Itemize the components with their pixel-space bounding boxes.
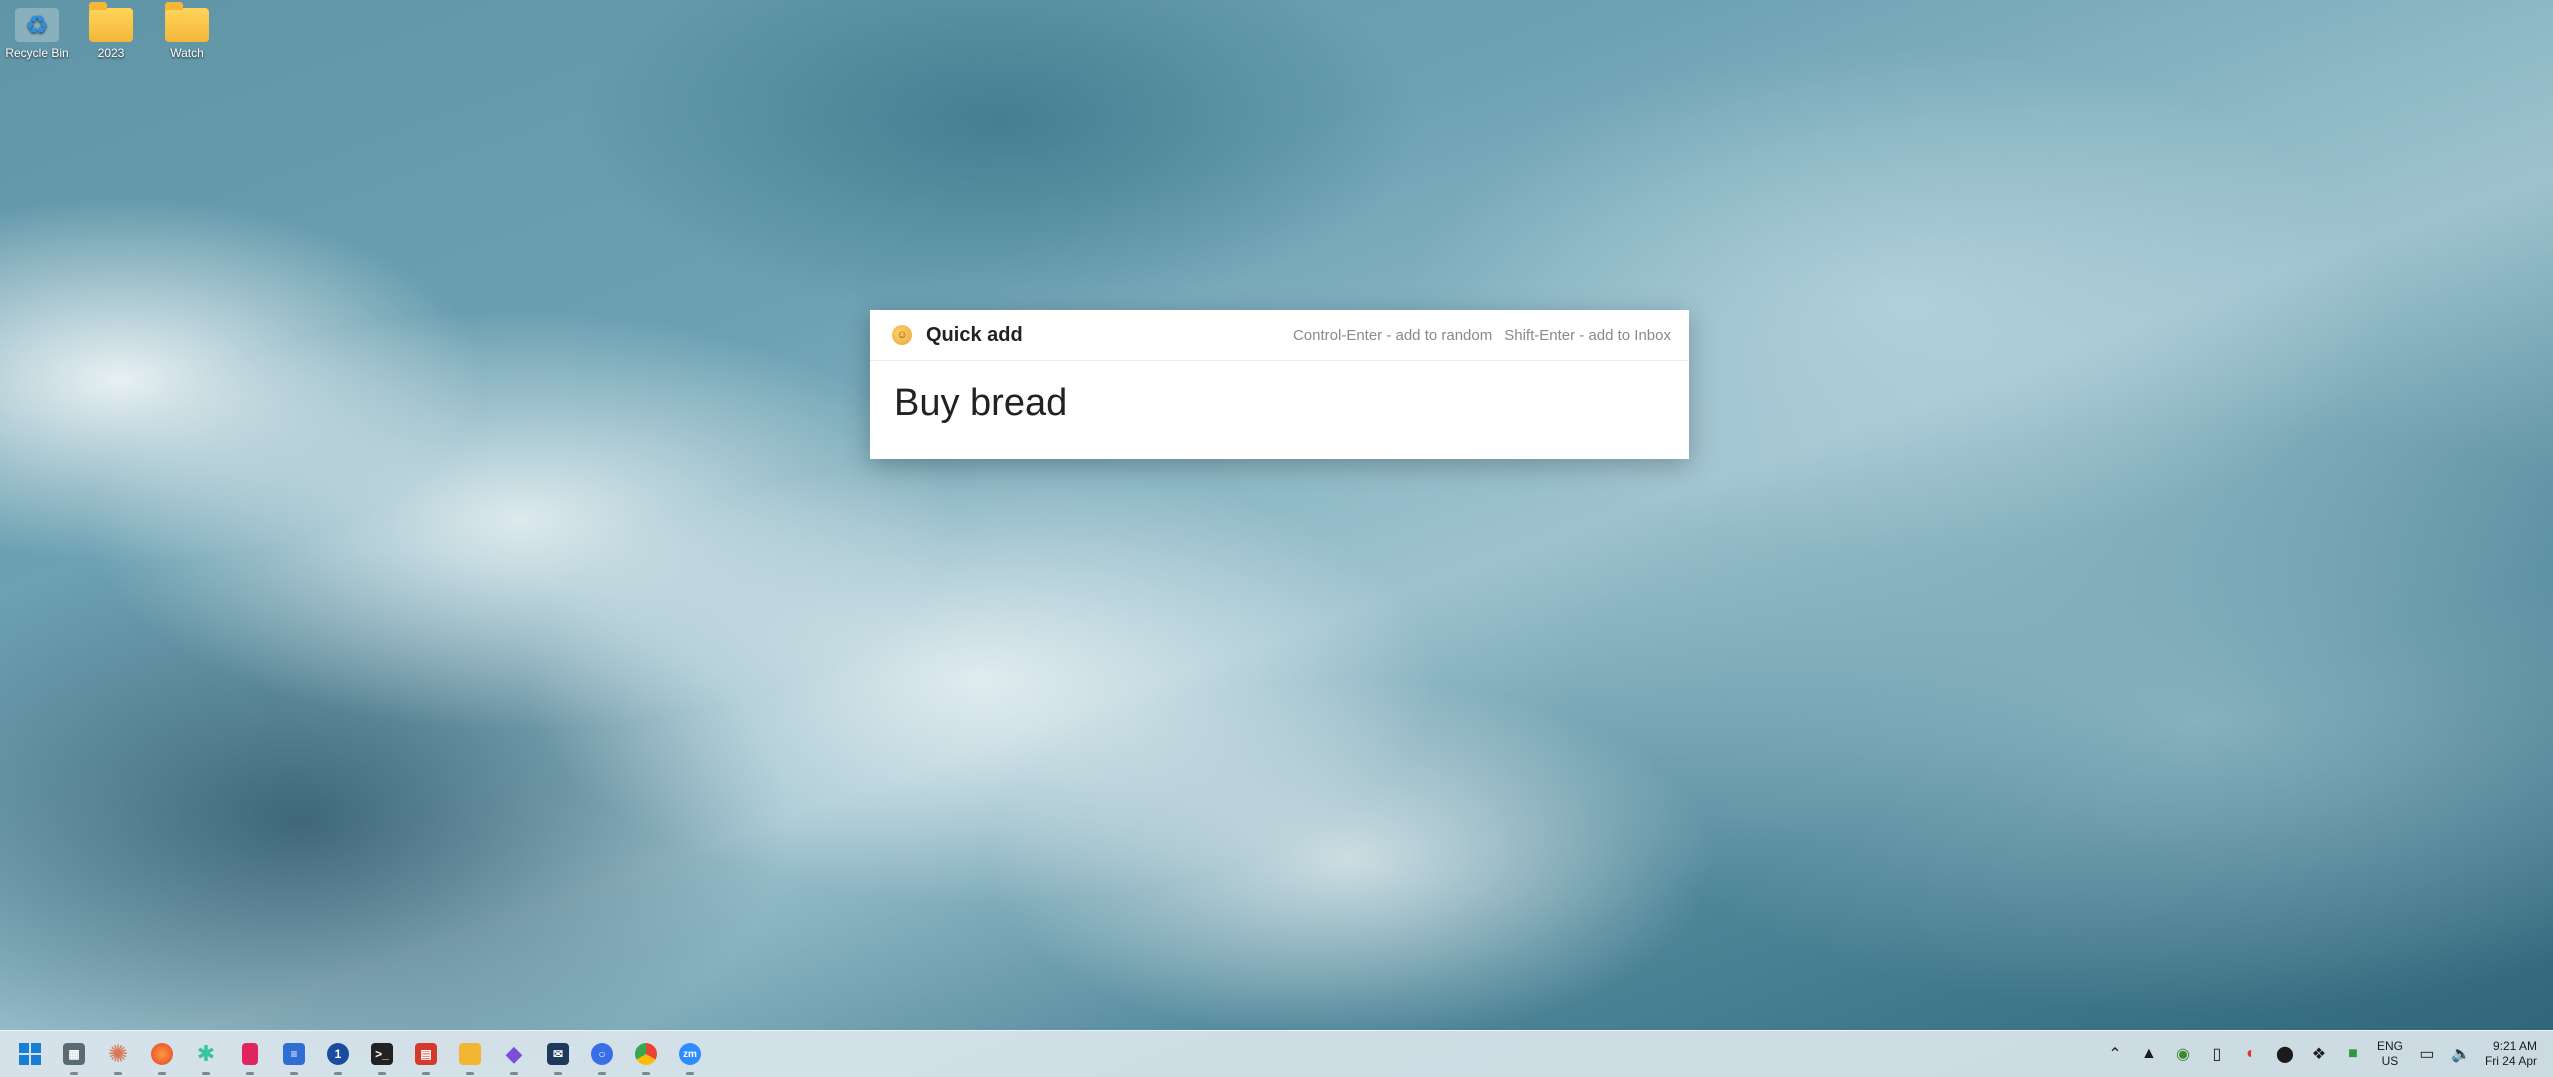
taskbar-signal[interactable]: ○ bbox=[586, 1038, 618, 1075]
slack-icon: ✱ bbox=[196, 1041, 216, 1066]
black-circle-icon: ⬤ bbox=[2276, 1046, 2294, 1063]
bookmark-app-icon bbox=[242, 1043, 258, 1065]
taskbar-zoom[interactable]: zm bbox=[674, 1038, 706, 1075]
quick-add-header: ☺ Quick add Control-Enter - add to rando… bbox=[870, 310, 1689, 361]
shortcut-hints: Control-Enter - add to random Shift-Ente… bbox=[1293, 327, 1671, 344]
taskbar-calculator[interactable]: ▦ bbox=[58, 1038, 90, 1075]
desktop-icon-label: Recycle Bin bbox=[5, 46, 69, 60]
desktop-icon-label: 2023 bbox=[97, 46, 125, 60]
taskbar-calendar[interactable]: ▤ bbox=[410, 1038, 442, 1075]
obsidian-icon: ◆ bbox=[505, 1041, 523, 1066]
clock[interactable]: 9:21 AM Fri 24 Apr bbox=[2485, 1039, 2537, 1069]
network-button[interactable]: ▭ bbox=[2417, 1044, 2437, 1064]
usb-icon: ▯ bbox=[2212, 1046, 2222, 1063]
clock-date: Fri 24 Apr bbox=[2484, 1054, 2537, 1068]
recycle-bin-icon: ♻ bbox=[15, 8, 59, 42]
speaker-icon: 🔈 bbox=[2451, 1046, 2471, 1063]
signal-icon: ○ bbox=[591, 1043, 613, 1065]
dropbox-icon: ❖ bbox=[2311, 1046, 2327, 1063]
desktop-icon-watch[interactable]: Watch bbox=[152, 2, 222, 60]
language-label: ENG bbox=[2376, 1039, 2403, 1053]
network-icon: ▭ bbox=[2419, 1046, 2435, 1063]
zoom-icon: zm bbox=[679, 1043, 701, 1065]
clock-time: 9:21 AM bbox=[2492, 1039, 2537, 1053]
taskbar-notepad[interactable]: ≡ bbox=[278, 1038, 310, 1075]
desktop-icon-label: Watch bbox=[170, 46, 204, 60]
dialog-title: Quick add bbox=[926, 323, 1023, 346]
taskbar-obsidian[interactable]: ◆ bbox=[498, 1038, 530, 1075]
chevron-up-icon: ⌃ bbox=[2108, 1046, 2122, 1063]
start-icon bbox=[19, 1043, 41, 1065]
chrome-icon bbox=[635, 1043, 657, 1065]
task-input[interactable] bbox=[892, 381, 1656, 426]
taskbar-slack[interactable]: ✱ bbox=[190, 1038, 222, 1075]
tray-app-4[interactable]: ◐ bbox=[2241, 1044, 2261, 1064]
tray-app-3[interactable]: ▯ bbox=[2207, 1044, 2227, 1064]
tray-app-7[interactable]: ■ bbox=[2343, 1044, 2363, 1064]
terminal-icon: >_ bbox=[371, 1043, 393, 1065]
file-explorer-icon bbox=[459, 1043, 481, 1065]
volume-button[interactable]: 🔈 bbox=[2451, 1044, 2471, 1064]
hint-control-enter: Control-Enter - add to random bbox=[1292, 326, 1493, 344]
tray-app-5[interactable]: ⬤ bbox=[2275, 1044, 2295, 1064]
folder-shortcut-icon bbox=[89, 2, 133, 42]
calculator-icon: ▦ bbox=[63, 1043, 85, 1065]
mail-icon: ✉ bbox=[547, 1043, 569, 1065]
taskbar-file-explorer[interactable] bbox=[454, 1038, 486, 1075]
green-circle-icon: ◉ bbox=[2175, 1046, 2190, 1063]
language-indicator[interactable]: ENG US bbox=[2377, 1039, 2403, 1069]
taskbar-terminal[interactable]: >_ bbox=[366, 1038, 398, 1075]
triangle-icon: ▲ bbox=[2141, 1045, 2157, 1062]
taskbar-bookmark-app[interactable] bbox=[234, 1038, 266, 1075]
show-hidden-icons-button[interactable]: ⌃ bbox=[2105, 1044, 2125, 1064]
tray-app-2[interactable]: ◉ bbox=[2173, 1044, 2193, 1064]
hint-shift-enter: Shift-Enter - add to Inbox bbox=[1504, 326, 1671, 344]
app-logo-icon: ☺ bbox=[892, 325, 912, 345]
system-tray: ⌃ ▲ ◉ ▯ ◐ ⬤ ❖ ■ ENG US ▭ 🔈 9:21 AM Fri 2… bbox=[2105, 1039, 2553, 1069]
tray-app-6[interactable]: ❖ bbox=[2309, 1044, 2329, 1064]
taskbar: ▦ ✺ ✱ ≡ 1 >_ ▤ ◆ ✉ ○ zm ⌃ ▲ ◉ ▯ ◐ ⬤ ❖ ■ … bbox=[0, 1030, 2553, 1077]
1password-icon: 1 bbox=[327, 1043, 349, 1065]
region-label: US bbox=[2381, 1054, 2399, 1068]
taskbar-firefox[interactable] bbox=[146, 1038, 178, 1075]
taskbar-1password[interactable]: 1 bbox=[322, 1038, 354, 1075]
folder-icon bbox=[165, 2, 209, 42]
green-square-icon: ■ bbox=[2348, 1045, 2358, 1062]
calendar-icon: ▤ bbox=[415, 1043, 437, 1065]
taskbar-claude[interactable]: ✺ bbox=[102, 1038, 134, 1075]
notepad-icon: ≡ bbox=[283, 1043, 305, 1065]
start-button[interactable] bbox=[14, 1038, 46, 1070]
quick-add-dialog: ☺ Quick add Control-Enter - add to rando… bbox=[870, 310, 1689, 459]
tray-app-1[interactable]: ▲ bbox=[2139, 1044, 2159, 1064]
firefox-icon bbox=[151, 1043, 173, 1065]
desktop-icon-2023[interactable]: 2023 bbox=[76, 2, 146, 60]
claude-icon: ✺ bbox=[107, 1040, 129, 1068]
taskbar-mail[interactable]: ✉ bbox=[542, 1038, 574, 1075]
desktop-icon-recycle-bin[interactable]: ♻ Recycle Bin bbox=[2, 8, 72, 60]
red-half-circle-icon: ◐ bbox=[2246, 1045, 2256, 1062]
taskbar-chrome[interactable] bbox=[630, 1038, 662, 1075]
